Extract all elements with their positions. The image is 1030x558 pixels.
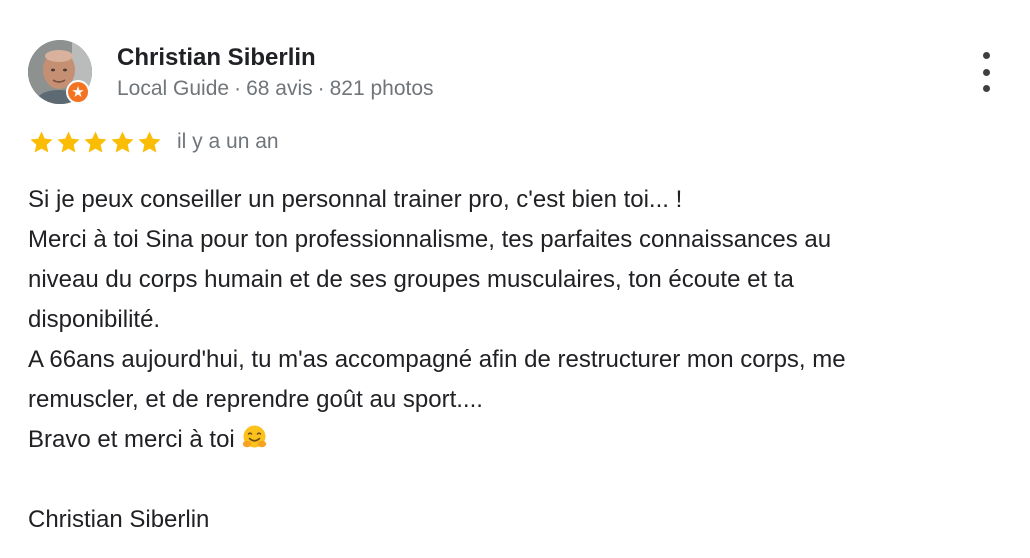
meta-separator: · <box>234 77 242 100</box>
star-icon <box>57 130 80 153</box>
more-options-button[interactable] <box>972 52 1000 92</box>
star-rating <box>28 129 163 156</box>
local-guide-badge <box>66 80 90 104</box>
star-icon <box>30 130 53 153</box>
review-line: Bravo et merci à toi <box>28 426 235 453</box>
review-line: Si je peux conseiller un personnal train… <box>28 186 683 213</box>
meta-separator: · <box>317 77 325 100</box>
avatar-container[interactable] <box>28 40 92 104</box>
review-line: remuscler, et de reprendre goût au sport… <box>28 386 483 413</box>
more-vert-icon-dot <box>982 68 990 76</box>
review-signature: Christian Siberlin <box>28 506 210 533</box>
review-line: A 66ans aujourd'hui, tu m'as accompagné … <box>28 346 846 373</box>
more-vert-icon <box>982 52 990 59</box>
star-icon <box>111 130 134 153</box>
star-icon <box>84 130 107 153</box>
review-line: niveau du corps humain et de ses groupes… <box>28 266 794 293</box>
review-line: Merci à toi Sina pour ton professionnali… <box>28 226 832 253</box>
hugging-face-emoji <box>241 424 268 451</box>
author-photo-count: 821 photos <box>329 77 434 100</box>
review-text: Si je peux conseiller un personnal train… <box>28 180 1018 540</box>
review-date: il y a un an <box>177 130 279 153</box>
rating-row: il y a un an <box>28 127 279 157</box>
author-review-count: 68 avis <box>246 77 313 100</box>
local-guide-badge-icon <box>68 82 88 102</box>
review-line: disponibilité. <box>28 306 161 333</box>
star-icon <box>138 130 161 153</box>
author-level: Local Guide <box>117 77 230 100</box>
review-line-with-emoji: Bravo et merci à toi <box>28 420 1018 460</box>
review-card: Christian Siberlin Local Guide · 68 avis · 8… <box>0 0 1030 558</box>
author-meta: Local Guide · 68 avis · 821 photos <box>117 76 434 102</box>
author-name[interactable]: Christian Siberlin <box>117 43 316 73</box>
more-vert-icon-dot <box>982 85 990 92</box>
